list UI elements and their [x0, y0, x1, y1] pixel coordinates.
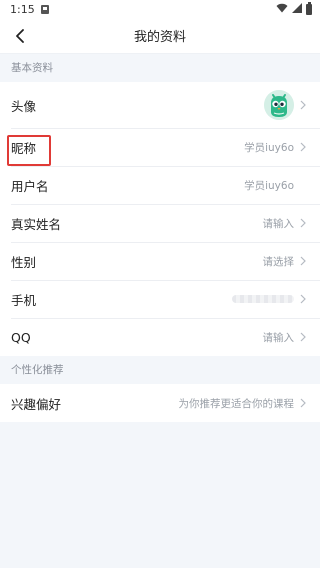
- phone-value-blurred: [232, 295, 294, 303]
- row-label: QQ: [11, 329, 31, 345]
- chevron-right-icon: [300, 332, 308, 342]
- chevron-right-icon: [300, 294, 308, 304]
- status-bar: 1:15: [0, 0, 320, 18]
- real-name-value: 请输入: [262, 217, 295, 230]
- username-value: 学员iuy6o: [244, 179, 294, 192]
- nickname-value: 学员iuy6o: [244, 141, 294, 154]
- chevron-right-icon: [300, 218, 308, 228]
- section-header-basic: 基本资料: [0, 54, 320, 82]
- page-title: 我的资料: [133, 30, 186, 45]
- avatar[interactable]: [264, 90, 294, 120]
- row-label: 头像: [11, 98, 37, 114]
- interests-value: 为你推荐更适合你的课程: [178, 397, 295, 410]
- notification-icon: [40, 4, 49, 14]
- chevron-right-icon: [300, 398, 308, 408]
- avatar-row[interactable]: 头像: [0, 82, 320, 128]
- back-arrow-icon[interactable]: [10, 26, 30, 46]
- row-label: 手机: [11, 292, 37, 308]
- real-name-row[interactable]: 真实姓名 请输入: [0, 204, 320, 242]
- row-label: 真实姓名: [11, 216, 62, 232]
- chevron-right-icon: [300, 142, 308, 152]
- qq-row[interactable]: QQ 请输入: [0, 318, 320, 356]
- status-icons: [276, 1, 312, 16]
- phone-row[interactable]: 手机: [0, 280, 320, 318]
- username-row: 用户名 学员iuy6o: [0, 166, 320, 204]
- signal-icon: [292, 2, 302, 16]
- interests-row[interactable]: 兴趣偏好 为你推荐更适合你的课程: [0, 384, 320, 422]
- battery-icon: [306, 1, 312, 15]
- basic-info-list: 头像 昵称 学员iuy6o 用户名 学员iuy6o 真实姓名 请输入 性别 请选…: [0, 82, 320, 356]
- row-label: 用户名: [11, 178, 49, 194]
- row-label: 性别: [11, 254, 37, 270]
- chevron-right-icon: [300, 100, 308, 110]
- header: 我的资料: [0, 18, 320, 54]
- gender-value: 请选择: [262, 255, 295, 268]
- nickname-row[interactable]: 昵称 学员iuy6o: [0, 128, 320, 166]
- status-time: 1:15: [10, 2, 35, 16]
- row-label: 兴趣偏好: [11, 396, 62, 412]
- highlight-box: [7, 135, 51, 166]
- chevron-right-icon: [300, 256, 308, 266]
- section-header-personalized: 个性化推荐: [0, 356, 320, 384]
- personalized-list: 兴趣偏好 为你推荐更适合你的课程: [0, 384, 320, 422]
- wifi-icon: [276, 3, 288, 16]
- gender-row[interactable]: 性别 请选择: [0, 242, 320, 280]
- qq-value: 请输入: [262, 331, 295, 344]
